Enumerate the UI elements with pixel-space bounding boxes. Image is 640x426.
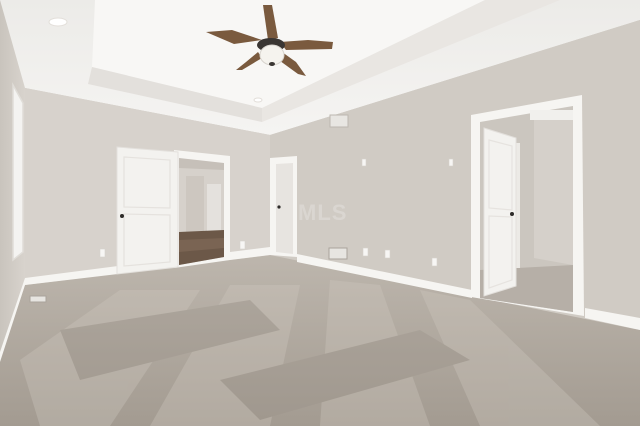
door-handle-right [510, 212, 514, 216]
recessed-light [48, 17, 68, 27]
closet-door [270, 156, 297, 257]
open-door-right [483, 127, 517, 297]
door-handle-left [120, 214, 124, 218]
floor-vent-left [29, 295, 47, 303]
recessed-light-2 [253, 97, 263, 103]
floor-vent [328, 247, 348, 260]
open-door-left [116, 146, 179, 275]
room-illustration [0, 0, 640, 426]
bedroom-photo: MLS [0, 0, 640, 426]
hallway-doorway [174, 150, 230, 268]
ceiling-vent [329, 114, 349, 128]
left-window [12, 82, 24, 262]
